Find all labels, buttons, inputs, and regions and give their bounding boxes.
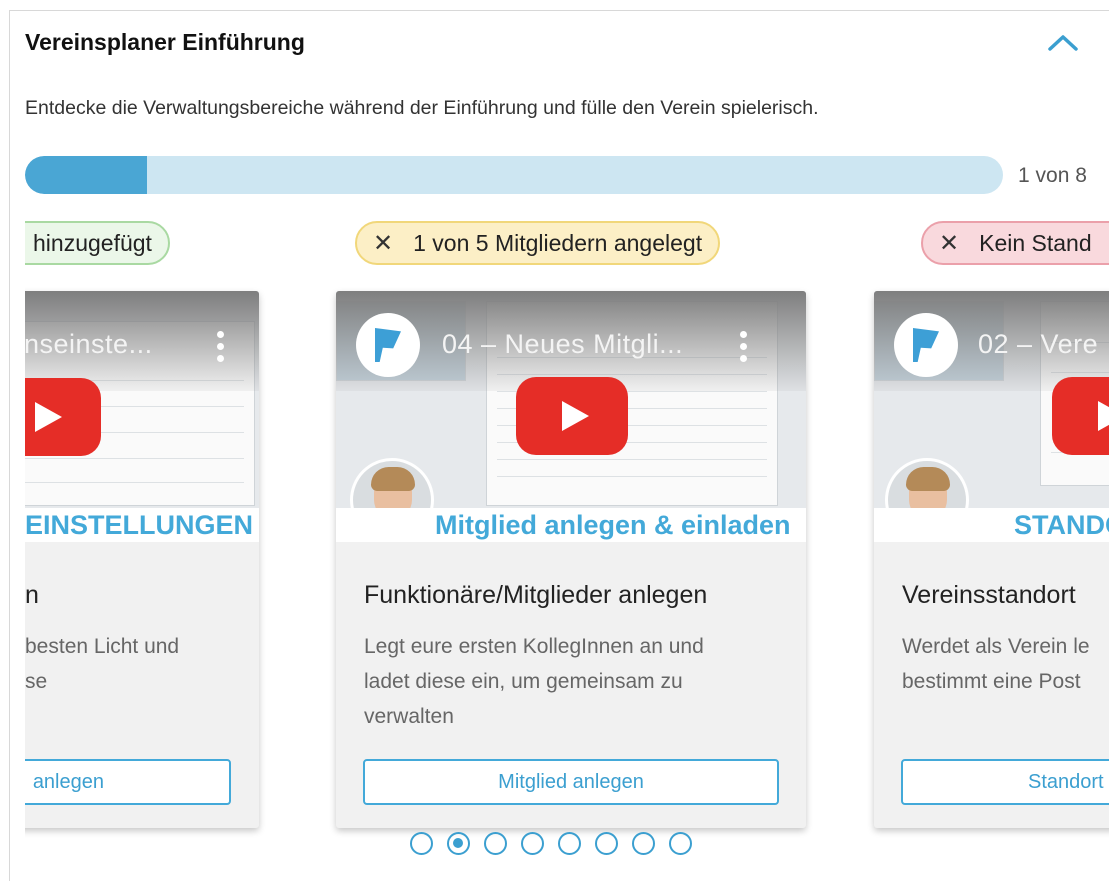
card-description-line: besten Licht und (25, 635, 180, 658)
card-description-line: Legt eure ersten KollegInnen an und (364, 635, 704, 658)
status-text: Kein Stand (979, 229, 1092, 256)
card-description-line: se (25, 670, 48, 693)
add-member-button[interactable]: Mitglied anlegen (363, 759, 779, 805)
onboarding-panel: Vereinsplaner Einführung Entdecke die Ve… (9, 10, 1109, 881)
pagination-dot[interactable] (447, 832, 470, 855)
video-banner: Mitglied anlegen & einladen (336, 508, 806, 542)
chevron-up-icon[interactable] (1043, 27, 1083, 57)
status-text: hinzugefügt (33, 229, 152, 256)
status-badge: hinzugefügt (25, 221, 170, 265)
play-icon[interactable] (516, 377, 628, 455)
pagination-dot[interactable] (410, 832, 433, 855)
card-description-line: ladet diese ein, um gemeinsam zu (364, 670, 683, 693)
carousel: hinzugefügt ✕ 1 von 5 Mitgliedern angele… (25, 211, 1109, 841)
video-thumbnail[interactable]: nseinste... (25, 291, 259, 508)
card-description-line: verwalten (364, 705, 454, 728)
video-banner: EINSTELLUNGEN (25, 508, 259, 542)
play-icon[interactable] (25, 378, 101, 456)
status-text: 1 von 5 Mitgliedern angelegt (413, 229, 703, 256)
add-location-button[interactable]: Standort (901, 759, 1109, 805)
video-title: nseinste... (25, 329, 153, 359)
video-title: 04 – Neues Mitgli... (442, 329, 684, 359)
panel-description: Entdecke die Verwaltungsbereiche während… (25, 97, 819, 119)
card-description: Legt eure ersten KollegInnen an und lade… (364, 629, 794, 734)
pagination-dot[interactable] (558, 832, 581, 855)
more-options-icon[interactable] (740, 331, 748, 363)
card-description: Werdet als Verein le bestimmt eine Post (902, 629, 1109, 699)
status-badge: ✕ Kein Stand (921, 221, 1109, 265)
panel-title: Vereinsplaner Einführung (25, 29, 305, 55)
pagination-dot[interactable] (521, 832, 544, 855)
card-description-line: Werdet als Verein le (902, 635, 1090, 658)
feature-card: nseinste... EINSTELLUNGEN n besten Licht… (25, 291, 259, 828)
video-thumbnail[interactable]: 02 – Vere (874, 291, 1109, 508)
progress-fill (25, 156, 148, 194)
play-icon[interactable] (1052, 377, 1109, 455)
avatar (350, 458, 434, 508)
video-banner: STANDO (874, 508, 1109, 542)
pagination-dot[interactable] (484, 832, 507, 855)
progress-label: 1 von 8 (1018, 164, 1087, 187)
card-title: n (25, 581, 39, 609)
status-badge: ✕ 1 von 5 Mitgliedern angelegt (355, 221, 721, 265)
pagination-dot[interactable] (632, 832, 655, 855)
card-description-line: bestimmt eine Post (902, 670, 1081, 693)
close-icon: ✕ (373, 229, 394, 257)
brand-logo-icon (356, 313, 420, 377)
video-title: 02 – Vere (978, 329, 1099, 359)
avatar (885, 458, 969, 508)
card-title: Vereinsstandort (902, 581, 1076, 609)
card-title: Funktionäre/Mitglieder anlegen (364, 581, 708, 609)
pagination-dot[interactable] (595, 832, 618, 855)
more-options-icon[interactable] (217, 331, 225, 363)
feature-card: 02 – Vere STANDO Vereinsstandort Werdet … (874, 291, 1109, 828)
progress-bar (25, 156, 1003, 194)
card-description: besten Licht und se (25, 629, 259, 699)
pagination-dot[interactable] (669, 832, 692, 855)
brand-logo-icon (894, 313, 958, 377)
video-thumbnail[interactable]: 04 – Neues Mitgli... (336, 291, 806, 508)
carousel-pagination (410, 832, 706, 855)
feature-card: 04 – Neues Mitgli... Mitglied anlegen & … (336, 291, 806, 828)
card-action-button[interactable]: anlegen (25, 759, 231, 805)
close-icon: ✕ (939, 229, 960, 257)
